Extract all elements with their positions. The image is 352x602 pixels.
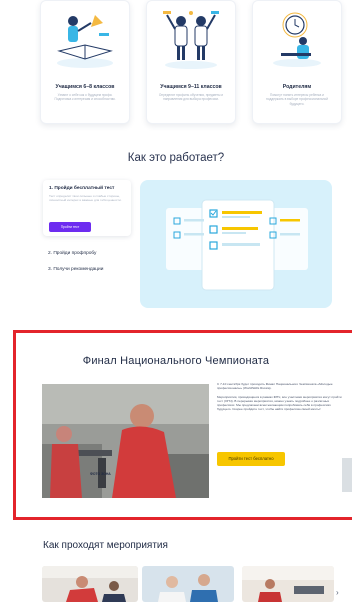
how-it-works-title: Как это работает?	[127, 152, 225, 164]
event-thumbnail-3[interactable]	[242, 566, 334, 602]
final-description: С 7-10 сентября будет проходить Финал На…	[217, 382, 345, 412]
card-title: Учащимся 6–8 классов	[55, 84, 115, 90]
final-event-photo	[42, 384, 209, 498]
events-title: Как проходят мероприятия	[43, 540, 168, 551]
carousel-next-icon[interactable]: ›	[336, 588, 339, 597]
audience-card-parents[interactable]: Родителям Помогут понять интересы ребенк…	[252, 0, 342, 124]
final-title: Финал Национального Чемпионата	[82, 355, 270, 367]
event-photo-image	[42, 384, 209, 498]
event-thumbnail-image	[142, 566, 234, 602]
take-free-test-button[interactable]: Пройти тест бесплатно	[217, 452, 285, 466]
audience-card-grade-9-11[interactable]: Учащимся 9–11 классов Определят профиль …	[146, 0, 236, 124]
take-test-button[interactable]: Пройти тест	[49, 222, 91, 232]
card-description: Узнают о себе как о будущем профи. Подго…	[54, 93, 116, 102]
event-thumbnail-image	[42, 566, 138, 602]
photo-caption: ФОТО ЗОНА	[90, 472, 111, 476]
right-edge-image	[342, 458, 352, 492]
celebrating-students-illustration	[163, 11, 219, 69]
step-1-description: Тест определит твои сильные и слабые сто…	[49, 194, 122, 203]
step-3-label[interactable]: 3. Получи рекомендации	[48, 267, 103, 272]
parent-illustration	[273, 12, 321, 67]
step-card-free-test: 1. Пройди бесплатный тест Тест определит…	[43, 180, 131, 236]
checklist-illustration	[166, 199, 308, 291]
test-illustration	[140, 180, 332, 308]
event-thumbnail-2[interactable]	[142, 566, 234, 602]
final-description-paragraph-1: С 7-10 сентября будет проходить Финал На…	[217, 382, 333, 391]
audience-card-grade-6-8[interactable]: Учащимся 6–8 классов Узнают о себе как о…	[40, 0, 130, 124]
audience-cards: Учащимся 6–8 классов Узнают о себе как о…	[40, 0, 342, 124]
card-description: Определят профиль обучения, предметы и н…	[158, 93, 224, 102]
step-2-label[interactable]: 2. Пройди профпробу	[48, 251, 96, 256]
step-1-title[interactable]: 1. Пройди бесплатный тест	[49, 186, 114, 191]
final-description-paragraph-2: Мероприятия, проводящиеся в рамках ФНЧ, …	[217, 394, 342, 412]
card-title: Родителям	[282, 84, 312, 90]
event-thumbnail-1[interactable]	[42, 566, 138, 602]
card-description: Помогут понять интересы ребенка и поддер…	[266, 93, 328, 106]
card-title: Учащимся 9–11 классов	[160, 84, 222, 90]
event-thumbnail-image	[242, 566, 334, 602]
reading-student-illustration	[57, 15, 113, 68]
